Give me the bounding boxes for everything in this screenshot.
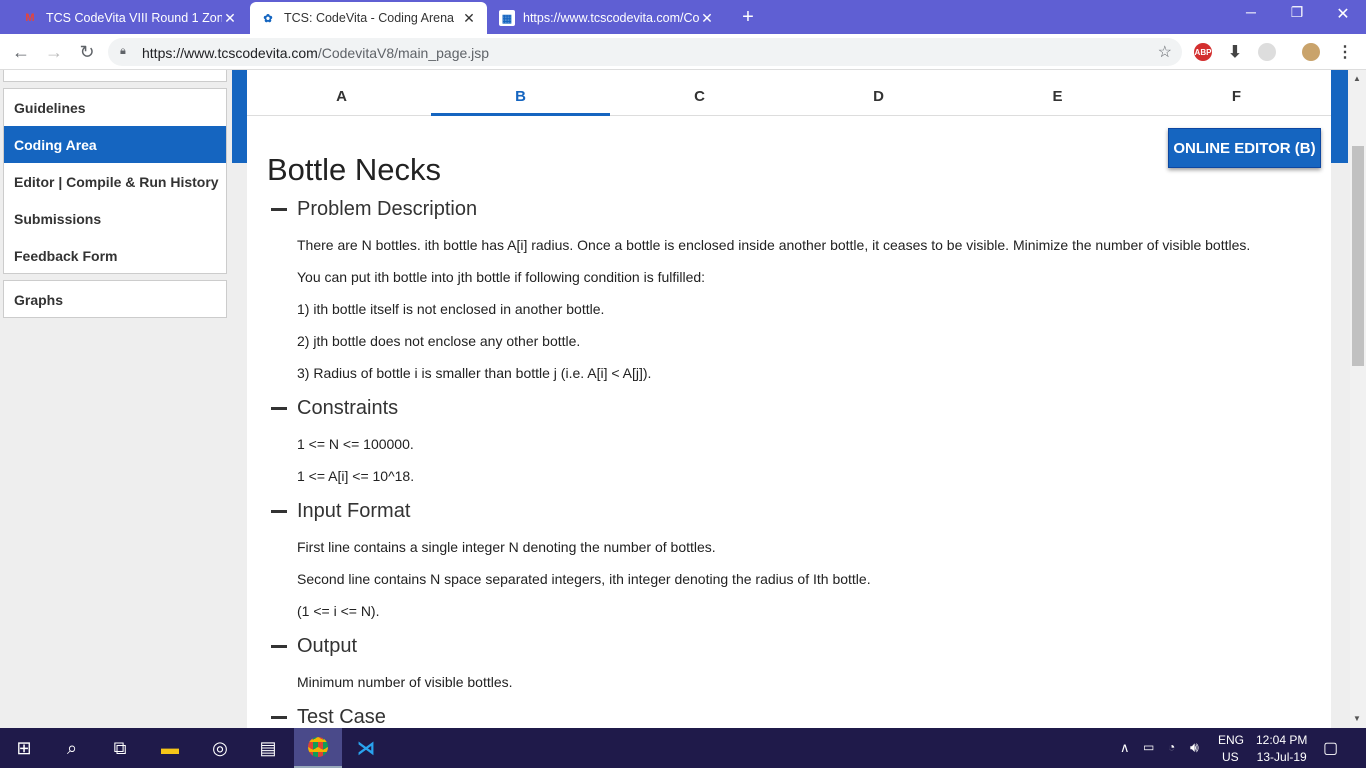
sidebar-graphs-panel: Graphs bbox=[3, 280, 227, 318]
tab-b[interactable]: B bbox=[431, 78, 610, 116]
browser-tab-codevita[interactable]: ✿ TCS: CodeVita - Coding Arena ✕ bbox=[250, 2, 487, 34]
input-line: Second line contains N space separated i… bbox=[297, 571, 871, 587]
browser-tab-strip: M TCS CodeVita VIII Round 1 Zone ✕ ✿ TCS… bbox=[0, 0, 1366, 34]
windows-taskbar: ⊞ ⌕ ⧉ ▬ ◎ ▤ ⋊ ∧ ▭ ◔ 🔊︎ ENG US 12:04 PM 13-… bbox=[0, 728, 1366, 768]
download-icon[interactable]: ⬇ bbox=[1226, 43, 1244, 61]
online-editor-button[interactable]: ONLINE EDITOR (B) bbox=[1168, 128, 1321, 168]
problem-tabs: A B C D E F bbox=[247, 78, 1331, 116]
description-line: 2) jth bottle does not enclose any other… bbox=[297, 333, 581, 349]
constraint-line: 1 <= N <= 100000. bbox=[297, 436, 414, 452]
collapse-icon[interactable] bbox=[271, 407, 287, 410]
video-editor-icon[interactable]: ▤ bbox=[244, 728, 292, 768]
minimize-icon[interactable]: ─ bbox=[1236, 4, 1266, 20]
description-line: There are N bottles. ith bottle has A[i]… bbox=[297, 237, 1251, 253]
input-line: (1 <= i <= N). bbox=[297, 603, 380, 619]
url-text: https://www.tcscodevita.com/CodevitaV8/m… bbox=[142, 45, 490, 61]
media-icon[interactable]: ◎ bbox=[196, 728, 244, 768]
description-line: You can put ith bottle into jth bottle i… bbox=[297, 269, 706, 285]
browser-tab-gmail[interactable]: M TCS CodeVita VIII Round 1 Zone ✕ bbox=[12, 2, 248, 34]
chrome-taskbar-icon[interactable] bbox=[294, 728, 342, 768]
sidebar-menu: Guidelines Coding Area Editor | Compile … bbox=[3, 88, 227, 274]
collapse-icon[interactable] bbox=[271, 510, 287, 513]
tab-title: https://www.tcscodevita.com/Co bbox=[523, 11, 699, 25]
section-description-heading[interactable]: Problem Description bbox=[271, 198, 477, 221]
section-output-heading[interactable]: Output bbox=[271, 635, 357, 658]
sidebar-item-guidelines[interactable]: Guidelines bbox=[4, 89, 226, 126]
constraint-line: 1 <= A[i] <= 10^18. bbox=[297, 468, 415, 484]
sidebar-item-feedback[interactable]: Feedback Form bbox=[4, 237, 226, 274]
page-icon: ▦ bbox=[499, 10, 515, 26]
section-constraints-heading[interactable]: Constraints bbox=[271, 397, 398, 420]
sidebar-item-coding-area[interactable]: Coding Area bbox=[4, 126, 226, 163]
browser-toolbar: ← → ↻ 🔒︎ https://www.tcscodevita.com/Cod… bbox=[0, 34, 1366, 70]
language-indicator[interactable]: ENG US bbox=[1218, 733, 1244, 764]
description-line: 1) ith bottle itself is not enclosed in … bbox=[297, 301, 605, 317]
tab-a[interactable]: A bbox=[252, 78, 431, 116]
back-arrow-icon[interactable]: ← bbox=[10, 41, 32, 63]
battery-icon[interactable]: ▭ bbox=[1143, 740, 1154, 754]
input-line: First line contains a single integer N d… bbox=[297, 539, 716, 555]
scrollbar-thumb[interactable] bbox=[1352, 146, 1364, 366]
menu-dots-icon[interactable]: ⋮ bbox=[1336, 43, 1354, 61]
close-tab-icon[interactable]: ✕ bbox=[699, 10, 715, 27]
collapse-icon[interactable] bbox=[271, 208, 287, 211]
collapse-icon[interactable] bbox=[271, 716, 287, 719]
section-input-heading[interactable]: Input Format bbox=[271, 500, 410, 523]
tab-title: TCS: CodeVita - Coding Arena bbox=[284, 11, 455, 25]
page-scrollbar[interactable]: ▲ ▼ bbox=[1350, 70, 1366, 728]
volume-icon[interactable]: 🔊︎ bbox=[1190, 739, 1199, 756]
profile-avatar[interactable] bbox=[1302, 43, 1320, 61]
browser-tab-url[interactable]: ▦ https://www.tcscodevita.com/Co ✕ bbox=[489, 2, 725, 34]
forward-arrow-icon[interactable]: → bbox=[43, 41, 65, 63]
sidebar-item-graphs[interactable]: Graphs bbox=[4, 281, 226, 318]
bookmark-star-icon[interactable]: ☆ bbox=[1158, 42, 1172, 62]
sidebar-item-editor-history[interactable]: Editor | Compile & Run History bbox=[4, 163, 226, 200]
tab-d[interactable]: D bbox=[789, 78, 968, 116]
tray-chevron-icon[interactable]: ∧ bbox=[1120, 740, 1130, 756]
sidebar-item-submissions[interactable]: Submissions bbox=[4, 200, 226, 237]
problem-title: Bottle Necks bbox=[267, 152, 442, 187]
tab-title: TCS CodeVita VIII Round 1 Zone bbox=[46, 11, 222, 25]
lock-icon: 🔒︎ bbox=[120, 45, 126, 57]
problem-card: A B C D E F ONLINE EDITOR (B) Bottle Nec… bbox=[247, 70, 1331, 730]
scroll-down-icon[interactable]: ▼ bbox=[1353, 714, 1361, 723]
close-tab-icon[interactable]: ✕ bbox=[222, 10, 238, 27]
collapse-icon[interactable] bbox=[271, 645, 287, 648]
address-bar[interactable]: 🔒︎ https://www.tcscodevita.com/CodevitaV… bbox=[108, 38, 1182, 66]
restore-icon[interactable]: ❐ bbox=[1282, 4, 1312, 21]
codevita-icon: ✿ bbox=[263, 12, 273, 25]
extension-icon[interactable] bbox=[1258, 43, 1276, 61]
gmail-icon: M bbox=[25, 12, 35, 24]
file-explorer-icon[interactable]: ▬ bbox=[146, 728, 194, 768]
tab-e[interactable]: E bbox=[968, 78, 1147, 116]
close-window-icon[interactable]: ✕ bbox=[1328, 4, 1358, 24]
windows-start-icon[interactable]: ⊞ bbox=[0, 728, 48, 768]
adblock-icon[interactable]: ABP bbox=[1194, 43, 1212, 61]
search-icon[interactable]: ⌕ bbox=[48, 728, 96, 768]
scroll-up-icon[interactable]: ▲ bbox=[1353, 74, 1361, 83]
vscode-icon[interactable]: ⋊ bbox=[342, 728, 390, 768]
wifi-icon[interactable]: ◔ bbox=[1168, 740, 1175, 754]
output-line: Minimum number of visible bottles. bbox=[297, 674, 513, 690]
tab-c[interactable]: C bbox=[610, 78, 789, 116]
notifications-icon[interactable]: ▢ bbox=[1323, 738, 1338, 758]
tab-f[interactable]: F bbox=[1147, 78, 1326, 116]
clock[interactable]: 12:04 PM 13-Jul-19 bbox=[1256, 733, 1307, 764]
close-tab-icon[interactable]: ✕ bbox=[461, 10, 477, 27]
section-testcase-heading[interactable]: Test Case bbox=[271, 706, 386, 729]
sidebar-top-panel bbox=[3, 70, 227, 82]
new-tab-button[interactable]: + bbox=[737, 6, 759, 29]
task-view-icon[interactable]: ⧉ bbox=[96, 728, 144, 768]
description-line: 3) Radius of bottle i is smaller than bo… bbox=[297, 365, 652, 381]
reload-icon[interactable]: ↻ bbox=[76, 41, 98, 63]
